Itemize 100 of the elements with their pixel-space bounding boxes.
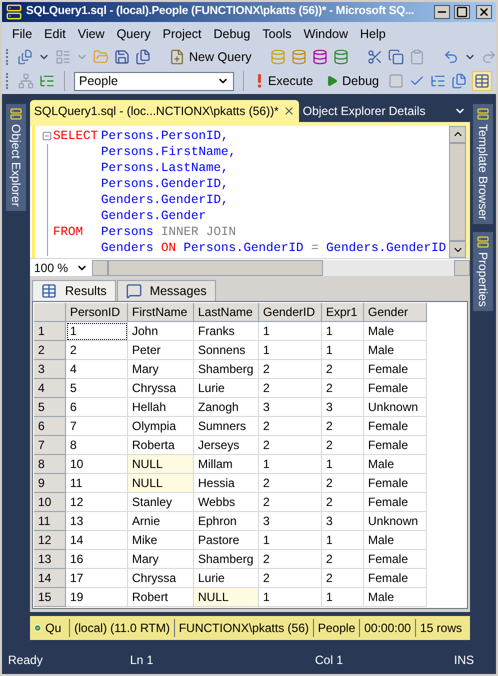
row-header[interactable]: 12 [34,531,66,550]
table-cell: Hessia [194,474,259,493]
code-token: Persons.GenderID [184,240,304,256]
row-header[interactable]: 3 [34,360,66,379]
code-token: INNER JOIN [161,224,236,240]
vertical-scrollbar[interactable] [449,126,466,258]
menu-item[interactable]: Help [354,24,392,44]
status-mode: INS [454,652,474,669]
table-cell: Male [364,455,427,474]
menu-item[interactable]: View [72,24,111,44]
table-cell: 2 [66,341,128,360]
table-cell: Pastore [194,531,259,550]
table-cell: Female [364,417,427,436]
table-cell: 2 [259,379,322,398]
table-cell: Mary [128,550,194,569]
column-header[interactable]: PersonID [66,303,128,322]
menu-item[interactable]: Query [110,24,157,44]
code-keyword: SELECT [53,129,98,143]
column-header[interactable]: GenderID [259,303,322,322]
table-cell: NULL [194,588,259,607]
undo-icon[interactable] [442,49,459,65]
table-cell: John [128,322,194,341]
table-cell: Sumners [194,417,259,436]
minimize-button[interactable] [434,5,450,19]
table-cell: 16 [66,550,128,569]
menu-item[interactable]: File [6,24,38,44]
side-panel-tab[interactable]: Object Explorer [6,104,26,211]
table-cell: 4 [66,360,128,379]
menu-item[interactable]: Project [156,24,208,44]
row-header[interactable]: 7 [34,436,66,455]
grid-icon [41,283,57,299]
row-header[interactable]: 15 [34,588,66,607]
maximize-button[interactable] [454,5,470,19]
grid-corner-header[interactable] [34,303,66,322]
database-dropdown[interactable]: People [74,72,234,90]
row-header[interactable]: 8 [34,455,66,474]
menu-item[interactable]: Debug [208,24,256,44]
column-header[interactable]: LastName [194,303,259,322]
collapse-icon[interactable] [42,131,52,141]
new-query-button[interactable]: New Query [169,48,252,66]
status-user: FUNCTIONX\pkatts (56) [174,619,314,637]
result-tab[interactable]: Results [32,280,116,301]
table-cell: Franks [194,322,259,341]
table-cell: 12 [66,493,128,512]
column-header[interactable]: FirstName [128,303,194,322]
add-item-icon[interactable] [55,49,71,65]
table-cell: 1 [259,455,322,474]
menu-item[interactable]: Edit [38,24,72,44]
document-tab[interactable]: SQLQuery1.sql - (loc...NCTIONX\pkatts (56))* [30,100,299,122]
save-icon[interactable] [114,49,130,65]
paste-icon[interactable] [408,49,425,65]
row-header[interactable]: 1 [34,322,66,341]
table-cell: 6 [66,398,128,417]
table-cell: Female [364,493,427,512]
table-cell: 19 [66,588,128,607]
row-header[interactable]: 11 [34,512,66,531]
horizontal-scrollbar[interactable] [92,260,470,276]
new-document-icon [169,49,185,65]
code-token: Genders.Gender [101,208,206,224]
row-header[interactable]: 5 [34,398,66,417]
row-header[interactable]: 14 [34,569,66,588]
table-cell: 2 [322,569,364,588]
redo-icon[interactable] [480,49,496,65]
code-token: Genders [101,240,154,256]
execute-button[interactable]: Execute [256,72,314,90]
column-header[interactable]: Expr1 [322,303,364,322]
close-icon[interactable] [282,105,295,117]
status-database: People [314,619,360,637]
menu-item[interactable]: Window [298,24,354,44]
row-header[interactable]: 13 [34,550,66,569]
status-elapsed: 00:00:00 [360,619,416,637]
side-panel-tab[interactable]: Template Browser [473,104,493,224]
row-header[interactable]: 4 [34,379,66,398]
side-panel-tab[interactable]: Properties [473,232,493,311]
result-tab[interactable]: Messages [116,280,216,301]
copy-icon[interactable] [388,49,404,65]
row-header[interactable]: 6 [34,417,66,436]
results-to-grid-button[interactable] [472,71,492,91]
column-header[interactable]: Gender [364,303,427,322]
close-button[interactable] [476,5,492,19]
table-cell: 1 [259,531,322,550]
stop-icon[interactable] [388,73,404,89]
table-cell: 8 [66,436,128,455]
save-all-icon[interactable] [135,49,151,65]
database-query-icon[interactable] [290,49,307,65]
cut-icon[interactable] [366,49,383,65]
connect-icon[interactable] [18,73,34,89]
row-header[interactable]: 2 [34,341,66,360]
table-cell: Arnie [128,512,194,531]
database-query-icon[interactable] [332,49,349,65]
table-cell: 3 [259,512,322,531]
zoom-dropdown[interactable]: 100 % [30,258,92,276]
database-query-icon[interactable] [312,49,328,65]
debug-button[interactable]: Debug [326,72,379,90]
status-text: Qu [45,619,70,637]
code-token: = [311,240,319,256]
row-header[interactable]: 10 [34,493,66,512]
menu-item[interactable]: Tools [256,24,298,44]
row-header[interactable]: 9 [34,474,66,493]
document-tab[interactable]: Object Explorer Details [298,100,430,122]
